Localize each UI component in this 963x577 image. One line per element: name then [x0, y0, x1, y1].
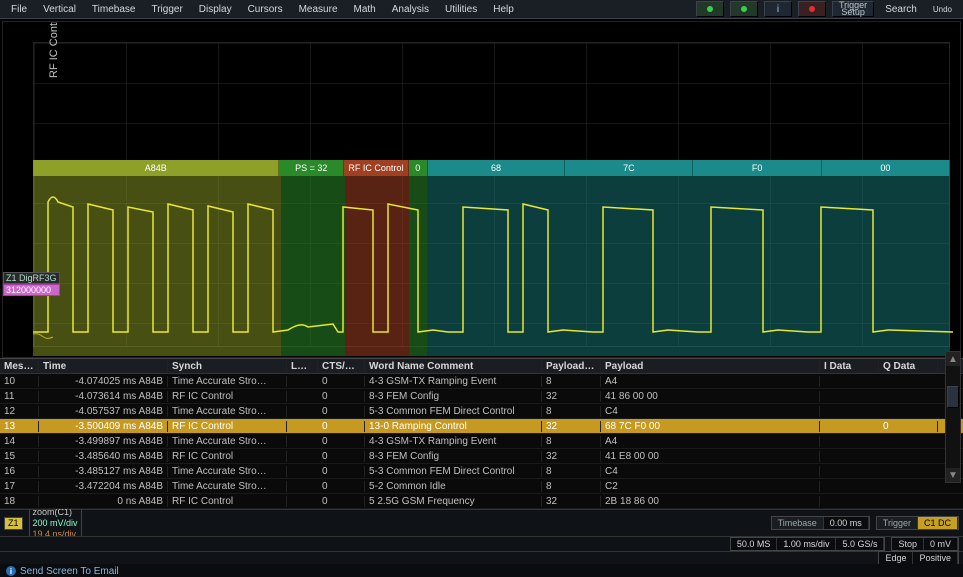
decode-region	[33, 176, 281, 356]
chip-mv: 200 mV/div	[33, 518, 78, 529]
decode-segment: 7C	[565, 160, 693, 176]
table-row[interactable]: 17-3.472204 ms A84BTime Accurate Stro…05…	[0, 479, 963, 494]
channel-tag[interactable]: Z1 DigRF3G 312000000	[3, 272, 60, 296]
trigger-slope: Positive	[913, 552, 958, 564]
table-row[interactable]: 180 ns A84BRF IC Control05 2.5G GSM Freq…	[0, 494, 963, 509]
status-led-3-icon[interactable]	[798, 1, 826, 17]
table-row[interactable]: 11-4.073614 ms A84BRF IC Control08-3 FEM…	[0, 389, 963, 404]
decode-table: Mess… Time Synch LCTS CTS/RTI Word Name …	[0, 358, 963, 509]
status-info-icon[interactable]: i	[764, 1, 792, 17]
menu-vertical[interactable]: Vertical	[36, 3, 83, 16]
footer: Z1 zoom(C1) 200 mV/div 19.4 ns/div Timeb…	[0, 509, 963, 536]
timebase-div: 1.00 ms/div	[777, 538, 836, 550]
col-synch[interactable]: Synch	[168, 361, 287, 372]
channel-tag-b: 312000000	[3, 284, 60, 296]
menubar: File Vertical Timebase Trigger Display C…	[0, 0, 963, 19]
table-scrollbar[interactable]: ▲ ▼	[945, 351, 961, 483]
table-body: 10-4.074025 ms A84BTime Accurate Stro…04…	[0, 374, 963, 509]
trigger-ch: C1 DC	[918, 517, 958, 529]
status-trigger[interactable]: Trigger C1 DC	[876, 516, 959, 530]
timebase-mem: 50.0 MS	[731, 538, 778, 550]
menu-file[interactable]: File	[4, 3, 34, 16]
col-payloadlen[interactable]: Payload…	[542, 361, 601, 372]
table-row[interactable]: 14-3.499897 ms A84BTime Accurate Stro…04…	[0, 434, 963, 449]
decode-segment: F0	[693, 160, 821, 176]
menu-cursors[interactable]: Cursors	[241, 3, 290, 16]
decode-region	[427, 176, 950, 356]
timebase-rate: 5.0 GS/s	[836, 538, 884, 550]
col-mess[interactable]: Mess…	[0, 361, 39, 372]
chip-z1[interactable]: Z1	[4, 517, 23, 530]
menu-display[interactable]: Display	[192, 3, 239, 16]
status-trigger2[interactable]: Stop 0 mV	[891, 537, 959, 551]
table-header: Mess… Time Synch LCTS CTS/RTI Word Name …	[0, 359, 963, 374]
menu-analysis[interactable]: Analysis	[385, 3, 436, 16]
trigger-edge: Edge	[879, 552, 913, 564]
decode-regions	[33, 176, 950, 356]
footer3: Edge Positive	[0, 551, 963, 564]
decode-segment: 68	[428, 160, 565, 176]
decode-segment: 0	[409, 160, 428, 176]
menu-trigger[interactable]: Trigger	[144, 3, 189, 16]
status-trigger3[interactable]: Edge Positive	[878, 551, 959, 565]
col-time[interactable]: Time	[39, 361, 168, 372]
table-row[interactable]: 10-4.074025 ms A84BTime Accurate Stro…04…	[0, 374, 963, 389]
menu-measure[interactable]: Measure	[292, 3, 345, 16]
decode-bar: A84BPS = 32RF IC Control0687CF000	[33, 160, 950, 176]
status-timebase2[interactable]: 50.0 MS 1.00 ms/div 5.0 GS/s	[730, 537, 886, 551]
scroll-up-icon[interactable]: ▲	[946, 352, 960, 366]
decode-segment: RF IC Control	[344, 160, 409, 176]
table-row[interactable]: 12-4.057537 ms A84BTime Accurate Stro…05…	[0, 404, 963, 419]
trigger-level: 0 mV	[924, 538, 958, 550]
footer2: 50.0 MS 1.00 ms/div 5.0 GS/s Stop 0 mV	[0, 536, 963, 551]
menu-timebase[interactable]: Timebase	[85, 3, 143, 16]
waveform-display[interactable]: RF IC Control Z1 DigRF3G 312000000 A84BP…	[2, 21, 961, 358]
scroll-down-icon[interactable]: ▼	[946, 468, 960, 482]
col-lcts[interactable]: LCTS	[287, 361, 318, 372]
decode-segment: PS = 32	[279, 160, 344, 176]
trigger-stop: Stop	[892, 538, 924, 550]
menu-math[interactable]: Math	[347, 3, 383, 16]
send-screen-link[interactable]: i Send Screen To Email	[0, 564, 963, 577]
scroll-thumb[interactable]	[947, 386, 959, 408]
status-timebase[interactable]: Timebase 0.00 ms	[771, 516, 870, 530]
col-idata[interactable]: I Data	[820, 361, 879, 372]
timebase-offset: 0.00 ms	[824, 517, 869, 529]
send-screen-label: Send Screen To Email	[20, 566, 119, 577]
col-payload[interactable]: Payload	[601, 361, 820, 372]
decode-segment: 00	[822, 160, 950, 176]
decode-region	[281, 176, 345, 356]
channel-tag-a: Z1 DigRF3G	[3, 272, 60, 284]
table-row[interactable]: 16-3.485127 ms A84BTime Accurate Stro…05…	[0, 464, 963, 479]
menu-utilities[interactable]: Utilities	[438, 3, 484, 16]
info-icon: i	[6, 566, 16, 576]
table-row[interactable]: 15-3.485640 ms A84BRF IC Control08-3 FEM…	[0, 449, 963, 464]
decode-region	[345, 176, 409, 356]
channel-side-label: RF IC Control	[48, 21, 60, 78]
timebase-label: Timebase	[772, 517, 824, 529]
table-row[interactable]: 13-3.500409 ms A84BRF IC Control013-0 Ra…	[0, 419, 963, 434]
col-qdata[interactable]: Q Data	[879, 361, 938, 372]
search-button[interactable]: Search	[878, 3, 924, 16]
decode-segment: A84B	[33, 160, 279, 176]
menu-help[interactable]: Help	[486, 3, 521, 16]
trigger-setup-button[interactable]: Trigger Setup	[832, 1, 874, 17]
decode-region	[409, 176, 427, 356]
trigger-label: Trigger	[877, 517, 918, 529]
col-cts[interactable]: CTS/RTI	[318, 361, 365, 372]
col-word[interactable]: Word Name Comment	[365, 361, 542, 372]
status-led-1-icon[interactable]	[696, 1, 724, 17]
status-led-2-icon[interactable]	[730, 1, 758, 17]
undo-button[interactable]: Undo	[926, 4, 959, 15]
